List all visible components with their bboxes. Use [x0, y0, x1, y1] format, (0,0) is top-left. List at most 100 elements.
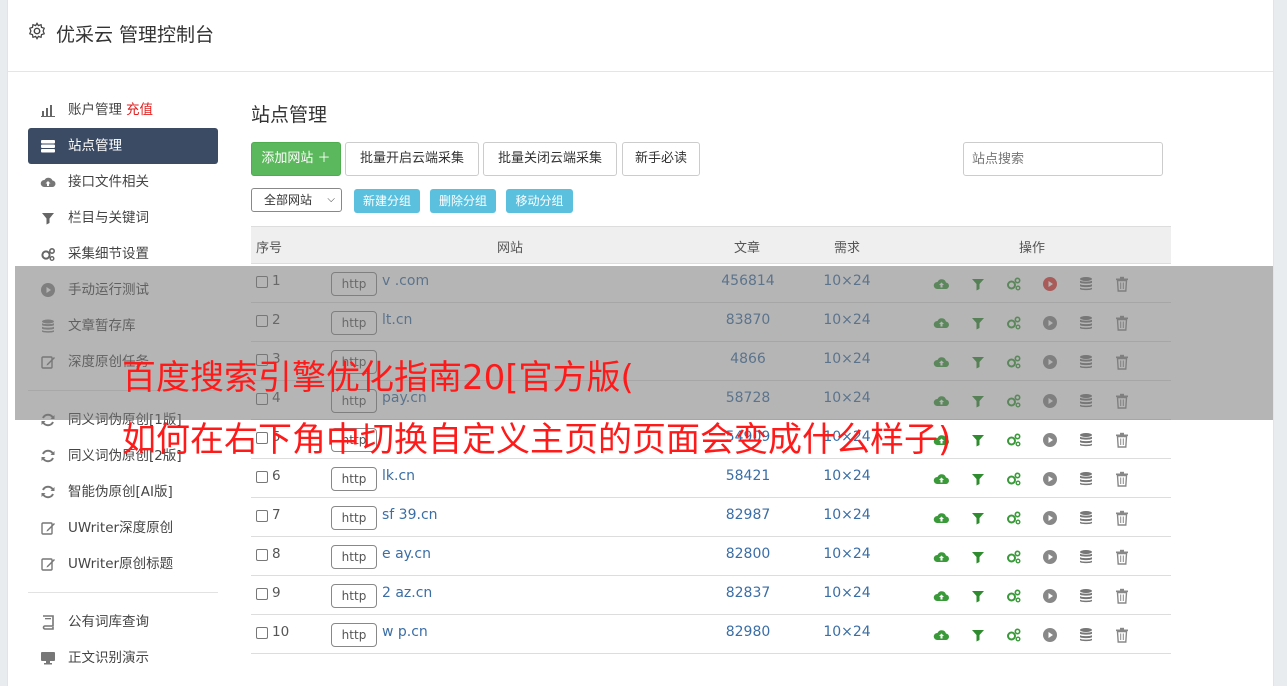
cogs-icon[interactable]	[1005, 470, 1023, 488]
article-count[interactable]: 82987	[703, 507, 793, 523]
header: 优采云 管理控制台	[8, 0, 1273, 72]
sidebar-item-label: 正文识别演示	[68, 650, 149, 666]
app-title: 优采云 管理控制台	[56, 24, 215, 46]
sidebar-item-label: UWriter原创标题	[68, 556, 174, 572]
database-icon[interactable]	[1077, 431, 1095, 449]
article-count[interactable]: 82980	[703, 624, 793, 640]
group-select[interactable]: 全部网站 ⌵	[251, 188, 342, 212]
refresh-icon	[41, 449, 55, 463]
cogs-icon[interactable]	[1005, 509, 1023, 527]
table-row: 10 http w p.cn 82980 10×24	[251, 615, 1171, 654]
sidebar-item-label: 接口文件相关	[68, 174, 149, 190]
trash-icon[interactable]	[1113, 509, 1131, 527]
site-link[interactable]: e ay.cn	[382, 546, 431, 562]
bar-chart-icon	[41, 105, 55, 117]
cloud-upload-icon[interactable]	[933, 626, 951, 644]
edit-icon	[41, 558, 55, 571]
cloud-upload-icon[interactable]	[933, 548, 951, 566]
sidebar-item-label: 智能伪原创[AI版]	[68, 484, 173, 500]
article-count[interactable]: 82800	[703, 546, 793, 562]
play-circle-icon[interactable]	[1041, 431, 1059, 449]
new-group-button[interactable]: 新建分组	[354, 189, 420, 213]
cogs-icon[interactable]	[1005, 548, 1023, 566]
row-checkbox[interactable]	[256, 588, 268, 600]
site-link[interactable]: sf 39.cn	[382, 507, 438, 523]
cogs-icon[interactable]	[1005, 587, 1023, 605]
database-icon[interactable]	[1077, 626, 1095, 644]
sidebar-item-label: UWriter深度原创	[68, 520, 174, 536]
table-row: 9 http 2 az.cn 82837 10×24	[251, 576, 1171, 615]
database-icon[interactable]	[1077, 470, 1095, 488]
table-row: 6 http lk.cn 58421 10×24	[251, 459, 1171, 498]
database-icon[interactable]	[1077, 587, 1095, 605]
trash-icon[interactable]	[1113, 548, 1131, 566]
site-link[interactable]: lk.cn	[382, 468, 415, 484]
site-search-input[interactable]	[963, 142, 1163, 176]
cogs-icon[interactable]	[1005, 431, 1023, 449]
batch-close-button[interactable]: 批量关闭云端采集	[483, 142, 617, 176]
sidebar-item[interactable]: 栏目与关键词	[28, 200, 218, 236]
filter-icon[interactable]	[969, 626, 987, 644]
row-actions	[933, 587, 1133, 605]
cloud-upload-icon[interactable]	[933, 470, 951, 488]
cloud-upload-icon[interactable]	[933, 509, 951, 527]
table-header: 序号 网站 文章 需求 操作	[251, 226, 1171, 264]
header-need: 需求	[834, 241, 861, 256]
play-circle-icon[interactable]	[1041, 470, 1059, 488]
cloud-upload-icon[interactable]	[933, 587, 951, 605]
play-circle-icon[interactable]	[1041, 587, 1059, 605]
article-count[interactable]: 82837	[703, 585, 793, 601]
row-checkbox[interactable]	[256, 471, 268, 483]
newbie-guide-button[interactable]: 新手必读	[622, 142, 700, 176]
sidebar-item[interactable]: UWriter原创标题	[28, 546, 218, 582]
need-value[interactable]: 10×24	[806, 468, 888, 484]
database-icon[interactable]	[1077, 548, 1095, 566]
row-actions	[933, 470, 1133, 488]
site-link[interactable]: 2 az.cn	[382, 585, 432, 601]
filter-icon[interactable]	[969, 548, 987, 566]
sidebar-item[interactable]: 正文识别演示	[28, 640, 218, 676]
recharge-link[interactable]: 充值	[126, 102, 153, 118]
trash-icon[interactable]	[1113, 431, 1131, 449]
database-icon[interactable]	[1077, 509, 1095, 527]
sidebar-item[interactable]: UWriter深度原创	[28, 510, 218, 546]
play-circle-icon[interactable]	[1041, 509, 1059, 527]
row-checkbox[interactable]	[256, 549, 268, 561]
sidebar-item-label: 站点管理	[68, 138, 122, 154]
batch-open-button[interactable]: 批量开启云端采集	[345, 142, 479, 176]
filter-icon[interactable]	[969, 509, 987, 527]
add-site-button[interactable]: 添加网站 ＋	[251, 142, 341, 176]
sidebar-item[interactable]: 账户管理 充值	[28, 92, 218, 128]
cogs-icon[interactable]	[1005, 626, 1023, 644]
filter-icon	[42, 213, 54, 225]
trash-icon[interactable]	[1113, 587, 1131, 605]
header-site: 网站	[497, 241, 524, 256]
sidebar-item[interactable]: 公有词库查询	[28, 604, 218, 640]
need-value[interactable]: 10×24	[806, 546, 888, 562]
chevron-down-icon: ⌵	[327, 194, 335, 205]
need-value[interactable]: 10×24	[806, 585, 888, 601]
server-icon	[41, 140, 55, 153]
play-circle-icon[interactable]	[1041, 626, 1059, 644]
sidebar-item[interactable]: 接口文件相关	[28, 164, 218, 200]
trash-icon[interactable]	[1113, 470, 1131, 488]
main-panel: 站点管理 添加网站 ＋ 批量开启云端采集 批量关闭云端采集 新手必读 全部网站 …	[251, 100, 1171, 654]
filter-icon[interactable]	[969, 431, 987, 449]
filter-icon[interactable]	[969, 470, 987, 488]
row-index: 8	[272, 546, 281, 562]
header-articles: 文章	[734, 241, 761, 256]
need-value[interactable]: 10×24	[806, 507, 888, 523]
delete-group-button[interactable]: 删除分组	[430, 189, 496, 213]
filter-icon[interactable]	[969, 587, 987, 605]
site-link[interactable]: w p.cn	[382, 624, 428, 640]
row-checkbox[interactable]	[256, 627, 268, 639]
need-value[interactable]: 10×24	[806, 624, 888, 640]
play-circle-icon[interactable]	[1041, 548, 1059, 566]
sidebar-item[interactable]: 站点管理	[28, 128, 218, 164]
trash-icon[interactable]	[1113, 626, 1131, 644]
sidebar-item[interactable]: 智能伪原创[AI版]	[28, 474, 218, 510]
row-index: 9	[272, 585, 281, 601]
article-count[interactable]: 58421	[703, 468, 793, 484]
move-group-button[interactable]: 移动分组	[506, 189, 573, 213]
row-checkbox[interactable]	[256, 510, 268, 522]
